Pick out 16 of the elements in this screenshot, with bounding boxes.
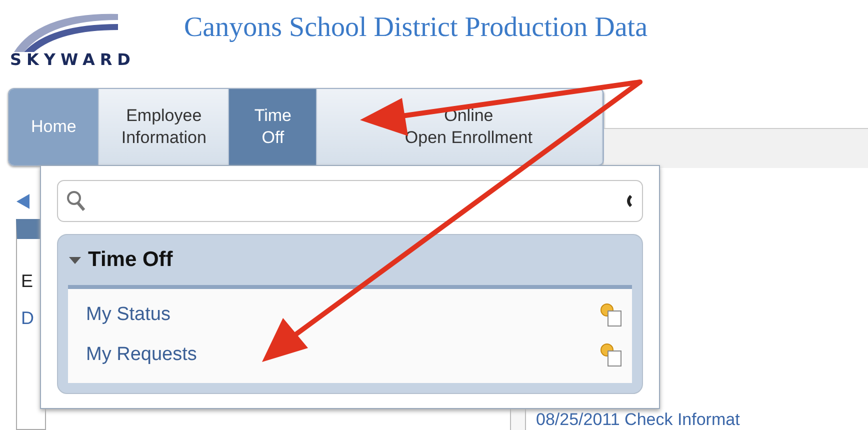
- search-field[interactable]: [57, 180, 643, 222]
- spinner-icon: [626, 195, 632, 207]
- document-gear-icon[interactable]: [600, 303, 622, 327]
- back-arrow-icon[interactable]: [16, 194, 30, 209]
- menu-link[interactable]: My Requests: [86, 344, 197, 366]
- nav-tab[interactable]: Time Off: [229, 89, 318, 165]
- expander-icon[interactable]: [68, 255, 82, 265]
- document-gear-icon[interactable]: [600, 343, 622, 367]
- check-info-link[interactable]: 08/25/2011 Check Informat: [536, 410, 740, 430]
- table-cell-text: D: [21, 308, 35, 329]
- logo-text: SKYWARD: [10, 50, 136, 69]
- page-title: Canyons School District Production Data: [184, 12, 648, 44]
- menu-link[interactable]: My Status: [86, 304, 170, 326]
- search-icon: [66, 190, 86, 212]
- table-cell-text: E: [21, 270, 34, 292]
- group-title: Time Off: [88, 248, 173, 272]
